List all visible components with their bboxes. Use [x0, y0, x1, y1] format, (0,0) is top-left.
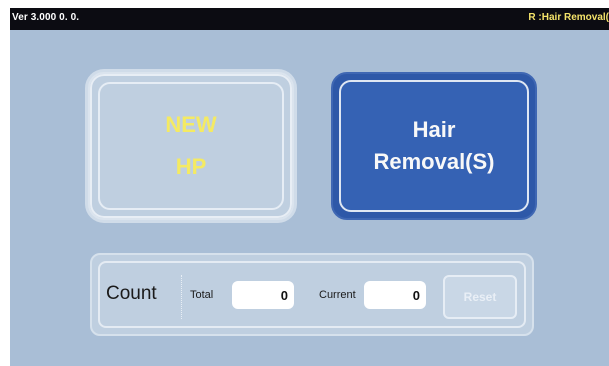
- total-count-field: 0: [232, 281, 294, 309]
- new-hp-line1: NEW: [165, 112, 217, 137]
- count-label: Count: [106, 283, 157, 304]
- count-separator: [181, 275, 182, 319]
- hair-removal-button-label: Hair Removal(S): [373, 114, 494, 178]
- current-count-field: 0: [364, 281, 426, 309]
- mode-status-text: R :Hair Removal(S): [528, 12, 609, 23]
- hair-removal-line1: Hair: [412, 117, 456, 142]
- new-hp-line2: HP: [175, 154, 207, 179]
- hair-removal-button[interactable]: Hair Removal(S): [331, 72, 537, 220]
- device-screen: Ver 3.000 0. 0. R :Hair Removal(S) NEW H…: [10, 8, 609, 366]
- new-hp-button-label: NEW HP: [165, 104, 216, 188]
- count-panel: Count Total 0 Current 0 Reset: [90, 253, 534, 336]
- status-bar: Ver 3.000 0. 0. R :Hair Removal(S): [10, 8, 609, 30]
- version-text: Ver 3.000 0. 0.: [12, 12, 80, 23]
- hair-removal-line2: Removal(S): [373, 149, 495, 174]
- reset-button[interactable]: Reset: [443, 275, 517, 319]
- total-label: Total: [190, 289, 214, 301]
- new-hp-button[interactable]: NEW HP: [88, 72, 294, 220]
- current-label: Current: [319, 289, 356, 301]
